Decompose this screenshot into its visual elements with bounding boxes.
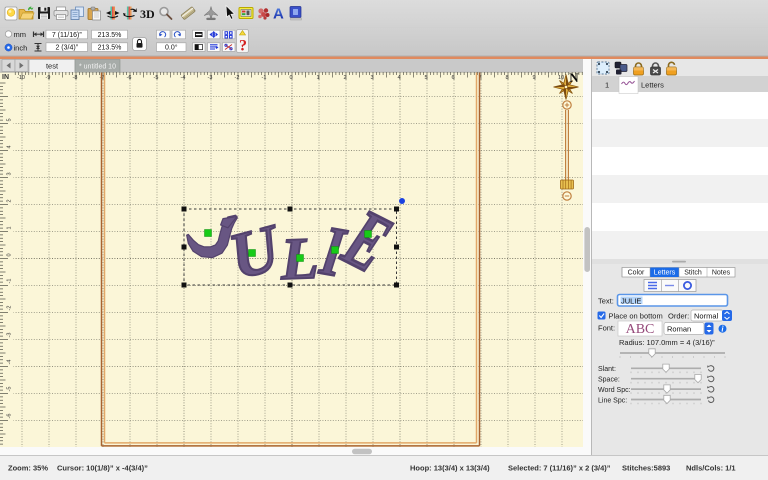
svg-text:Cursor: 10(1/8)” x -4(3/4)”: Cursor: 10(1/8)” x -4(3/4)” [57, 464, 148, 473]
svg-text:1: 1 [605, 81, 609, 90]
svg-text:-6: -6 [7, 414, 13, 419]
svg-text:Place on bottom: Place on bottom [609, 311, 663, 320]
svg-text:test: test [46, 62, 59, 71]
svg-text:2 (3/4)”: 2 (3/4)” [55, 44, 78, 51]
svg-text:Ndls/Cols: 1/1: Ndls/Cols: 1/1 [686, 464, 736, 473]
svg-text:1: 1 [316, 75, 319, 81]
svg-text:1: 1 [7, 226, 13, 229]
svg-text:-2: -2 [7, 306, 13, 311]
svg-text:inch: inch [14, 44, 28, 53]
svg-text:4: 4 [7, 145, 13, 148]
svg-text:6: 6 [451, 75, 454, 81]
svg-text:Letters: Letters [641, 81, 664, 90]
svg-text:3: 3 [7, 172, 13, 175]
svg-text:Notes: Notes [712, 270, 731, 277]
svg-text:-6: -6 [127, 75, 132, 81]
svg-text:Radius: 107.0mm = 4 (3/16)”: Radius: 107.0mm = 4 (3/16)” [619, 338, 715, 347]
svg-text:213.5%: 213.5% [98, 32, 122, 39]
svg-text:0.0°: 0.0° [165, 43, 178, 51]
svg-text:IN: IN [2, 74, 9, 81]
svg-text:Color: Color [628, 270, 645, 277]
svg-text:5: 5 [7, 118, 13, 121]
svg-text:Font:: Font: [598, 324, 615, 333]
svg-text:* untitled 10: * untitled 10 [79, 64, 116, 71]
svg-text:-1: -1 [7, 279, 13, 284]
svg-text:-1: -1 [262, 75, 267, 81]
svg-text:Stitch: Stitch [684, 270, 702, 277]
svg-text:Zoom: 35%: Zoom: 35% [8, 464, 48, 473]
svg-text:-9: -9 [46, 75, 51, 81]
svg-text:8: 8 [505, 75, 508, 81]
svg-text:-3: -3 [208, 75, 213, 81]
svg-text:-5: -5 [154, 75, 159, 81]
svg-text:Line Spc:: Line Spc: [598, 397, 627, 404]
svg-text:-3: -3 [7, 333, 13, 338]
svg-text:Selected: 7 (11/16)” x 2 (3/4): Selected: 7 (11/16)” x 2 (3/4)” [508, 464, 611, 473]
svg-text:Letters: Letters [654, 270, 676, 277]
svg-text:-4: -4 [7, 360, 13, 365]
svg-text:0: 0 [7, 253, 13, 256]
svg-text:Hoop: 13(3/4) x 13(3/4): Hoop: 13(3/4) x 13(3/4) [410, 464, 490, 473]
svg-text:Slant:: Slant: [598, 366, 616, 373]
svg-text:-2: -2 [235, 75, 240, 81]
svg-text:ABC: ABC [626, 322, 655, 337]
svg-text:4: 4 [397, 75, 400, 81]
svg-text:0: 0 [289, 75, 292, 81]
svg-text:Roman: Roman [667, 325, 691, 334]
svg-text:5: 5 [424, 75, 427, 81]
svg-text:JULIE: JULIE [621, 296, 641, 305]
svg-text:3: 3 [370, 75, 373, 81]
svg-text:-8: -8 [73, 75, 78, 81]
svg-text:N: N [569, 70, 579, 85]
svg-text:Order:: Order: [668, 311, 689, 320]
svg-text:Stitches:5893: Stitches:5893 [622, 464, 670, 473]
svg-text:-10: -10 [17, 75, 25, 81]
svg-text:2: 2 [343, 75, 346, 81]
svg-text:Word Spc:: Word Spc: [598, 387, 631, 394]
svg-text:Normal: Normal [694, 311, 719, 320]
svg-text:213.5%: 213.5% [98, 44, 122, 51]
svg-text:3D: 3D [140, 7, 155, 21]
svg-text:mm: mm [14, 30, 27, 39]
svg-text:Space:: Space: [598, 377, 620, 384]
svg-text:9: 9 [532, 75, 535, 81]
svg-text:A: A [273, 6, 284, 23]
svg-text:-5: -5 [7, 387, 13, 392]
svg-text:?: ? [239, 38, 247, 55]
svg-text:Text:: Text: [598, 297, 614, 306]
svg-text:-4: -4 [181, 75, 186, 81]
svg-text:7 (11/16)”: 7 (11/16)” [52, 32, 82, 39]
svg-text:2: 2 [7, 199, 13, 202]
svg-text:10: 10 [558, 75, 564, 81]
